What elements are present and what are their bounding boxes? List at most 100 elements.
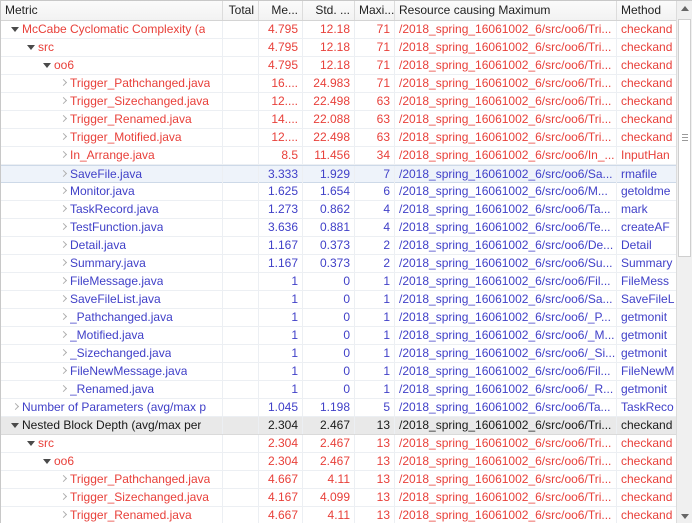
std-cell: 2.467 <box>303 417 355 434</box>
metric-label: Nested Block Depth (avg/max per <box>22 418 202 432</box>
expand-chevron-icon[interactable] <box>57 255 70 272</box>
expand-chevron-icon[interactable] <box>57 309 70 326</box>
table-row[interactable]: SaveFileList.java 1 0 1/2018_spring_1606100… <box>1 291 677 309</box>
mean-cell: 1 <box>259 309 303 326</box>
expand-chevron-icon[interactable] <box>57 327 70 344</box>
std-cell: 22.498 <box>303 93 355 110</box>
resource-cell: /2018_spring_16061002_6/src/oo6/Tri... <box>395 39 617 56</box>
table-row[interactable]: _Motified.java 1 0 1/2018_spring_16061002_6… <box>1 327 677 345</box>
column-header-total[interactable]: Total <box>223 1 259 20</box>
expand-chevron-icon[interactable] <box>57 129 70 146</box>
expand-chevron-icon[interactable] <box>57 291 70 308</box>
table-row[interactable]: oo6 2.304 2.467 13/2018_spring_16061002_6/s… <box>1 453 677 471</box>
expand-chevron-icon[interactable] <box>57 381 70 398</box>
expand-chevron-icon[interactable] <box>57 219 70 236</box>
expand-chevron-icon[interactable] <box>57 166 70 183</box>
total-cell <box>223 111 259 128</box>
max-cell: 63 <box>355 111 395 128</box>
expand-chevron-icon[interactable] <box>57 363 70 380</box>
resource-cell: /2018_spring_16061002_6/src/oo6/Tri... <box>395 507 617 523</box>
metric-label: _Motified.java <box>70 328 145 342</box>
table-row[interactable]: oo6 4.795 12.18 71/2018_spring_16061002_6/s… <box>1 57 677 75</box>
expand-chevron-icon[interactable] <box>57 489 70 506</box>
column-header-method[interactable]: Method <box>617 1 677 20</box>
method-cell: FileMess <box>617 273 677 290</box>
collapse-triangle-icon[interactable] <box>9 417 22 434</box>
scroll-down-arrow-icon[interactable] <box>677 508 692 523</box>
scroll-thumb[interactable] <box>678 19 691 257</box>
column-header-resource[interactable]: Resource causing Maximum <box>395 1 617 20</box>
table-row[interactable]: src 4.795 12.18 71/2018_spring_16061002_6/s… <box>1 39 677 57</box>
table-body[interactable]: McCabe Cyclomatic Complexity (a 4.795 12.1… <box>1 21 677 523</box>
table-row[interactable]: SaveFile.java 3.333 1.929 7/2018_spring_160… <box>1 165 677 183</box>
column-header-std[interactable]: Std. ... <box>303 1 355 20</box>
expand-chevron-icon[interactable] <box>57 345 70 362</box>
scroll-up-arrow-icon[interactable] <box>677 1 692 17</box>
collapse-triangle-icon[interactable] <box>41 453 54 470</box>
std-cell: 24.983 <box>303 75 355 92</box>
table-row[interactable]: Nested Block Depth (avg/max per 2.304 2.46… <box>1 417 677 435</box>
table-row[interactable]: FileMessage.java 1 0 1/2018_spring_16061002… <box>1 273 677 291</box>
collapse-triangle-icon[interactable] <box>9 21 22 38</box>
metric-cell: Trigger_Pathchanged.java <box>1 75 223 92</box>
metric-cell: oo6 <box>1 57 223 74</box>
table-row[interactable]: Trigger_Renamed.java 14.... 22.088 63/2018_… <box>1 111 677 129</box>
table-row[interactable]: _Sizechanged.java 1 0 1/2018_spring_1606100… <box>1 345 677 363</box>
table-row[interactable]: Detail.java 1.167 0.373 2/2018_spring_16061… <box>1 237 677 255</box>
expand-chevron-icon[interactable] <box>9 399 22 416</box>
column-header-mean[interactable]: Me... <box>259 1 303 20</box>
table-row[interactable]: Trigger_Pathchanged.java 4.667 4.11 13/2018… <box>1 471 677 489</box>
expand-chevron-icon[interactable] <box>57 471 70 488</box>
expand-chevron-icon[interactable] <box>57 111 70 128</box>
method-cell: getmonit <box>617 327 677 344</box>
total-cell <box>223 273 259 290</box>
collapse-triangle-icon[interactable] <box>41 57 54 74</box>
column-header-max[interactable]: Maxi... <box>355 1 395 20</box>
vertical-scrollbar[interactable] <box>676 1 692 523</box>
mean-cell: 1.167 <box>259 255 303 272</box>
table-row[interactable]: src 2.304 2.467 13/2018_spring_16061002_6/s… <box>1 435 677 453</box>
expand-chevron-icon[interactable] <box>57 147 70 164</box>
mean-cell: 1 <box>259 381 303 398</box>
metric-cell: TaskRecord.java <box>1 201 223 218</box>
table-row[interactable]: Trigger_Pathchanged.java 16.... 24.983 71/2… <box>1 75 677 93</box>
std-cell: 0 <box>303 327 355 344</box>
table-row[interactable]: FileNewMessage.java 1 0 1/2018_spring_16061… <box>1 363 677 381</box>
scroll-thumb-grip-icon <box>682 134 688 142</box>
table-row[interactable]: Trigger_Renamed.java 4.667 4.11 13/2018_spr… <box>1 507 677 523</box>
mean-cell: 1 <box>259 327 303 344</box>
metric-label: _Sizechanged.java <box>70 346 172 360</box>
table-row[interactable]: TaskRecord.java 1.273 0.862 4/2018_spring_1… <box>1 201 677 219</box>
expand-chevron-icon[interactable] <box>57 507 70 523</box>
table-row[interactable]: Trigger_Sizechanged.java 4.167 4.099 13/201… <box>1 489 677 507</box>
table-row[interactable]: TestFunction.java 3.636 0.881 4/2018_spring… <box>1 219 677 237</box>
expand-chevron-icon[interactable] <box>57 93 70 110</box>
std-cell: 4.11 <box>303 507 355 523</box>
table-row[interactable]: Number of Parameters (avg/max p 1.045 1.19… <box>1 399 677 417</box>
table-row[interactable]: Summary.java 1.167 0.373 2/2018_spring_1606… <box>1 255 677 273</box>
method-cell: checkand <box>617 471 677 488</box>
mean-cell: 8.5 <box>259 147 303 164</box>
resource-cell: /2018_spring_16061002_6/src/oo6/Tri... <box>395 489 617 506</box>
table-row[interactable]: Trigger_Motified.java 12.... 22.498 63/2018… <box>1 129 677 147</box>
expand-chevron-icon[interactable] <box>57 201 70 218</box>
metric-label: Number of Parameters (avg/max p <box>22 400 207 414</box>
table-row[interactable]: _Pathchanged.java 1 0 1/2018_spring_1606100… <box>1 309 677 327</box>
max-cell: 13 <box>355 489 395 506</box>
expand-chevron-icon[interactable] <box>57 237 70 254</box>
table-row[interactable]: In_Arrange.java 8.5 11.456 34/2018_spring_1… <box>1 147 677 165</box>
table-row[interactable]: _Renamed.java 1 0 1/2018_spring_16061002_6/… <box>1 381 677 399</box>
table-row[interactable]: McCabe Cyclomatic Complexity (a 4.795 12.1… <box>1 21 677 39</box>
expand-chevron-icon[interactable] <box>57 75 70 92</box>
expand-chevron-icon[interactable] <box>57 273 70 290</box>
table-row[interactable]: Monitor.java 1.625 1.654 6/2018_spring_1606… <box>1 183 677 201</box>
column-header-metric[interactable]: Metric <box>1 1 223 20</box>
metric-cell: _Pathchanged.java <box>1 309 223 326</box>
collapse-triangle-icon[interactable] <box>25 39 38 56</box>
collapse-triangle-icon[interactable] <box>25 435 38 452</box>
method-cell: checkand <box>617 489 677 506</box>
table-row[interactable]: Trigger_Sizechanged.java 12.... 22.498 63/2… <box>1 93 677 111</box>
max-cell: 63 <box>355 129 395 146</box>
expand-chevron-icon[interactable] <box>57 183 70 200</box>
metric-cell: src <box>1 435 223 452</box>
